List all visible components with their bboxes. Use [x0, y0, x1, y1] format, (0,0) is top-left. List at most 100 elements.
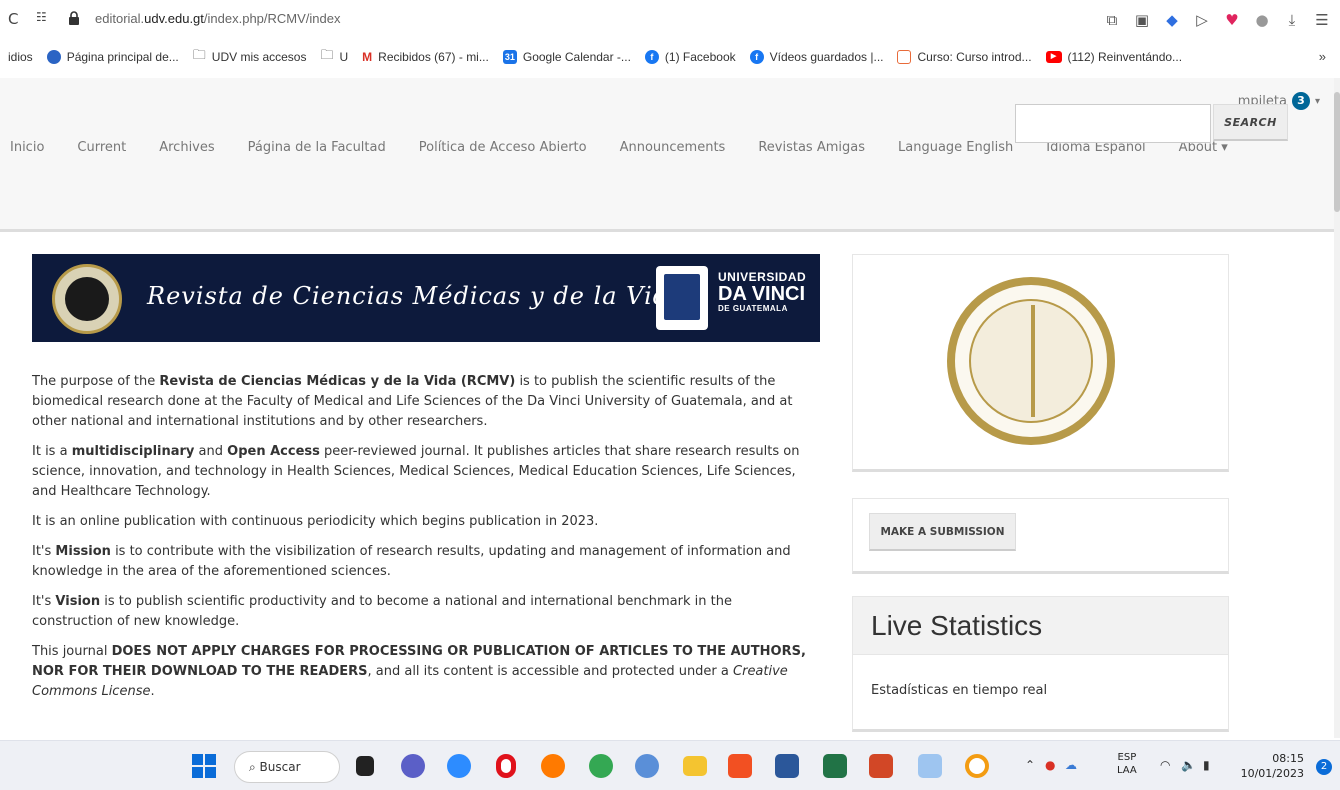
- heart-icon[interactable]: ♥: [1222, 11, 1242, 29]
- battery-icon[interactable]: ▮: [1203, 758, 1210, 772]
- teams-chat-icon[interactable]: [401, 754, 425, 778]
- input-language[interactable]: ESP LAA: [1117, 751, 1137, 777]
- browser-toolbar-icons: ⧉ ▣ ◆ ▷ ♥ ● ⤓ ☰: [1102, 8, 1340, 32]
- shield-icon[interactable]: ◆: [1162, 11, 1182, 29]
- lock-icon[interactable]: [68, 11, 80, 25]
- chevron-up-icon[interactable]: ⌃: [1025, 758, 1035, 772]
- folder-icon: 🗀: [192, 47, 206, 62]
- search-button[interactable]: SEARCH: [1213, 104, 1288, 141]
- chrome-icon[interactable]: [589, 754, 613, 778]
- wifi-icon[interactable]: ◠: [1160, 758, 1170, 772]
- bookmark-item[interactable]: 🗀 UDV mis accesos: [193, 46, 307, 68]
- live-statistics-title: Live Statistics: [853, 597, 1228, 655]
- bookmark-item[interactable]: Página principal de...: [46, 50, 179, 64]
- browser-address-bar: C ☷ editorial.udv.edu.gt/index.php/RCMV/…: [0, 0, 1340, 40]
- taskbar: ⌕ Buscar ⌃ ● ☁ ESP LAA ◠ 🔈 ▮ 08:15 10/01/2…: [0, 740, 1340, 790]
- bookmark-item[interactable]: 31 Google Calendar -...: [502, 50, 631, 64]
- faculty-logo-block: [852, 254, 1229, 472]
- facebook-icon: f: [749, 50, 764, 64]
- folder-icon: 🗀: [320, 47, 334, 62]
- caret-down-icon: ▾: [1314, 95, 1320, 107]
- powerpoint-icon[interactable]: [869, 754, 893, 778]
- url-path: /index.php/RCMV/index: [203, 11, 341, 26]
- bookmark-item[interactable]: f (1) Facebook: [644, 50, 736, 64]
- university-line-1: UNIVERSIDAD: [718, 270, 807, 284]
- live-statistics-link[interactable]: Estadísticas en tiempo real: [853, 655, 1228, 698]
- task-view-icon[interactable]: [356, 756, 374, 776]
- bookmark-item[interactable]: idios: [8, 50, 33, 64]
- gmail-icon: M: [362, 50, 373, 64]
- scrollbar-thumb[interactable]: [1334, 92, 1340, 212]
- excel-icon[interactable]: [823, 754, 847, 778]
- live-statistics-block: Live Statistics Estadísticas en tiempo r…: [852, 596, 1229, 732]
- banner-title: Revista de Ciencias Médicas y de la Vida: [147, 282, 685, 310]
- nav-archives[interactable]: Archives: [159, 140, 214, 155]
- site-header: mpileta 3 ▾ Inicio Current Archives Pági…: [0, 78, 1340, 232]
- university-line-2: DA VINCI: [718, 283, 806, 305]
- bookmark-label: (112) Reinventándo...: [1067, 50, 1183, 64]
- opera-icon[interactable]: [496, 754, 516, 778]
- download-icon[interactable]: ⤓: [1282, 11, 1302, 29]
- volume-icon[interactable]: 🔈: [1181, 758, 1196, 772]
- profile-icon[interactable]: ●: [1252, 11, 1272, 29]
- purpose-paragraph: The purpose of the Revista de Ciencias M…: [32, 374, 793, 429]
- nav-current[interactable]: Current: [77, 140, 126, 155]
- share-icon[interactable]: ⧉: [1102, 11, 1122, 29]
- file-explorer-icon[interactable]: [683, 756, 707, 776]
- bookmark-item[interactable]: Curso: Curso introd...: [897, 50, 1032, 64]
- url-field[interactable]: editorial.udv.edu.gt/index.php/RCMV/inde…: [95, 11, 340, 26]
- windows-start-icon[interactable]: [192, 754, 216, 778]
- bookmark-item[interactable]: ▶ (112) Reinventándo...: [1045, 50, 1183, 64]
- play-icon[interactable]: ▷: [1192, 11, 1212, 29]
- course-icon: [897, 50, 912, 64]
- bookmark-label: Vídeos guardados |...: [769, 50, 884, 64]
- menu-icon[interactable]: ☰: [1312, 11, 1332, 29]
- bookmark-label: Página principal de...: [66, 50, 179, 64]
- word-icon[interactable]: [775, 754, 799, 778]
- periodicity-paragraph: It is an online publication with continu…: [32, 514, 599, 529]
- page-scrollbar[interactable]: [1334, 78, 1340, 738]
- cloud-icon[interactable]: ☁: [1065, 758, 1077, 772]
- journal-description: The purpose of the Revista de Ciencias M…: [32, 372, 812, 712]
- bookmark-item[interactable]: f Vídeos guardados |...: [749, 50, 884, 64]
- notification-count-badge[interactable]: 2: [1316, 759, 1332, 775]
- url-domain: udv.edu.gt: [144, 11, 204, 26]
- bookmark-label: UDV mis accesos: [211, 50, 307, 64]
- nav-announcements[interactable]: Announcements: [620, 140, 726, 155]
- nav-inicio[interactable]: Inicio: [10, 140, 44, 155]
- search-input[interactable]: [1015, 104, 1211, 143]
- bookmark-item[interactable]: M Recibidos (67) - mi...: [362, 50, 489, 64]
- zoom-icon[interactable]: [447, 754, 471, 778]
- bookmark-label: Curso: Curso introd...: [917, 50, 1032, 64]
- reload-icon[interactable]: C: [8, 10, 18, 28]
- nav-politica-acceso[interactable]: Política de Acceso Abierto: [419, 140, 587, 155]
- office-app-icon[interactable]: [728, 754, 752, 778]
- camera-icon[interactable]: ▣: [1132, 11, 1152, 29]
- more-bookmarks-button[interactable]: »: [1319, 49, 1326, 64]
- vision-paragraph: It's Vision is to publish scientific pro…: [32, 594, 732, 629]
- make-submission-button[interactable]: MAKE A SUBMISSION: [869, 513, 1016, 551]
- zoom-workplace-icon[interactable]: [635, 754, 659, 778]
- search-icon: ⌕: [249, 760, 260, 774]
- university-line-3: DE GUATEMALA: [718, 304, 788, 313]
- youtube-icon: ▶: [1045, 51, 1062, 63]
- taskbar-search[interactable]: ⌕ Buscar: [234, 751, 340, 783]
- bookmark-label: U: [339, 50, 349, 64]
- bookmarks-bar: idios Página principal de... 🗀 UDV mis ac…: [0, 42, 1340, 72]
- rcmv-seal-logo: [52, 264, 122, 334]
- scope-paragraph: It is a multidisciplinary and Open Acces…: [32, 444, 800, 499]
- nav-revistas-amigas[interactable]: Revistas Amigas: [758, 140, 865, 155]
- search-app-icon[interactable]: [965, 754, 989, 778]
- tray-app-icon[interactable]: ●: [1045, 758, 1055, 772]
- journal-banner: Revista de Ciencias Médicas y de la Vida…: [32, 254, 820, 342]
- firefox-icon[interactable]: [541, 754, 565, 778]
- university-crest-logo: [656, 266, 708, 330]
- nav-pagina-facultad[interactable]: Página de la Facultad: [248, 140, 386, 155]
- bookmark-item[interactable]: 🗀 U: [320, 46, 348, 68]
- calendar-icon: 31: [502, 50, 517, 64]
- university-name: UNIVERSIDAD DA VINCI DE GUATEMALA: [718, 270, 806, 313]
- apps-grid-icon[interactable]: ☷: [36, 10, 47, 24]
- snipping-tool-icon[interactable]: [918, 754, 942, 778]
- clock[interactable]: 08:15 10/01/2023: [1240, 751, 1304, 781]
- nav-language-english[interactable]: Language English: [898, 140, 1013, 155]
